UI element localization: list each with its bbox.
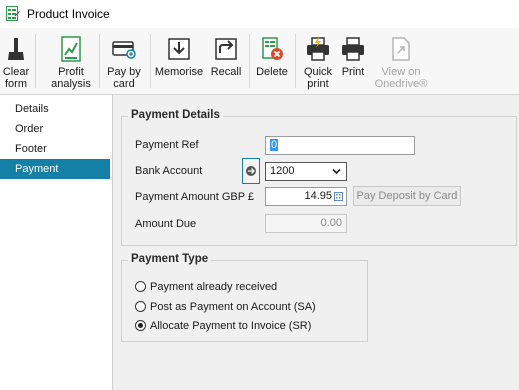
- toolbar-divider: [150, 34, 151, 88]
- radio-button-checked[interactable]: [135, 320, 146, 331]
- payment-details-group: Payment Details Payment Ref 0 Bank Accou…: [121, 109, 517, 246]
- bank-account-lookup-button[interactable]: [242, 158, 260, 184]
- payment-details-heading: Payment Details: [128, 109, 223, 121]
- sidebar-item-details[interactable]: Details: [0, 99, 110, 119]
- payment-ref-input[interactable]: 0: [265, 136, 415, 155]
- window-title: Product Invoice: [27, 7, 110, 21]
- onedrive-document-icon: [392, 37, 410, 61]
- payment-amount-input[interactable]: 14.95: [265, 187, 347, 206]
- clear-form-button[interactable]: Clear form: [0, 31, 32, 91]
- lookup-arrow-icon: [246, 166, 256, 176]
- title-bar: Product Invoice: [0, 0, 519, 28]
- recall-icon: [215, 38, 237, 60]
- main-panel: Payment Details Payment Ref 0 Bank Accou…: [113, 95, 519, 390]
- toolbar-divider: [99, 34, 100, 88]
- radio-button[interactable]: [135, 281, 146, 292]
- delete-button[interactable]: Delete: [252, 31, 292, 91]
- print-button[interactable]: Print: [337, 31, 369, 91]
- profit-chart-icon: [61, 36, 81, 62]
- quick-print-button[interactable]: Quick print: [300, 31, 336, 91]
- memorise-button[interactable]: Memorise: [154, 31, 204, 91]
- bank-account-label: Bank Account: [135, 165, 203, 177]
- toolbar-divider: [295, 34, 296, 88]
- profit-analysis-button[interactable]: Profit analysis: [46, 31, 96, 91]
- memorise-icon: [168, 38, 190, 60]
- delete-icon: [262, 37, 283, 60]
- radio-button[interactable]: [135, 301, 146, 312]
- sidebar-item-order[interactable]: Order: [0, 119, 110, 139]
- amount-due-label: Amount Due: [135, 218, 197, 230]
- credit-card-icon: [112, 41, 136, 59]
- pay-deposit-by-card-button[interactable]: Pay Deposit by Card: [353, 186, 461, 206]
- invoice-icon: [6, 6, 20, 21]
- chevron-down-icon: [332, 168, 341, 175]
- quick-print-icon: [307, 36, 329, 61]
- recall-button[interactable]: Recall: [207, 31, 245, 91]
- bank-account-select[interactable]: 1200: [265, 162, 347, 181]
- calculator-icon[interactable]: [334, 192, 343, 201]
- payment-amount-label: Payment Amount GBP £: [135, 191, 255, 203]
- toolbar-divider: [249, 34, 250, 88]
- sidebar-item-payment[interactable]: Payment: [0, 159, 110, 179]
- broom-icon: [8, 38, 24, 60]
- sidebar: Details Order Footer Payment: [0, 95, 113, 390]
- sidebar-item-footer[interactable]: Footer: [0, 139, 110, 159]
- view-on-onedrive-button[interactable]: View on Onedrive®: [370, 31, 432, 91]
- amount-due-field: 0.00: [265, 214, 347, 233]
- printer-icon: [342, 37, 364, 61]
- pay-by-card-button[interactable]: Pay by card: [102, 31, 146, 91]
- toolbar: Clear form Profit analysis Pay by card M…: [0, 28, 519, 95]
- payment-ref-label: Payment Ref: [135, 139, 199, 151]
- toolbar-divider: [35, 34, 36, 88]
- payment-type-heading: Payment Type: [128, 253, 212, 265]
- payment-type-group: Payment Type Payment already received Po…: [121, 253, 368, 342]
